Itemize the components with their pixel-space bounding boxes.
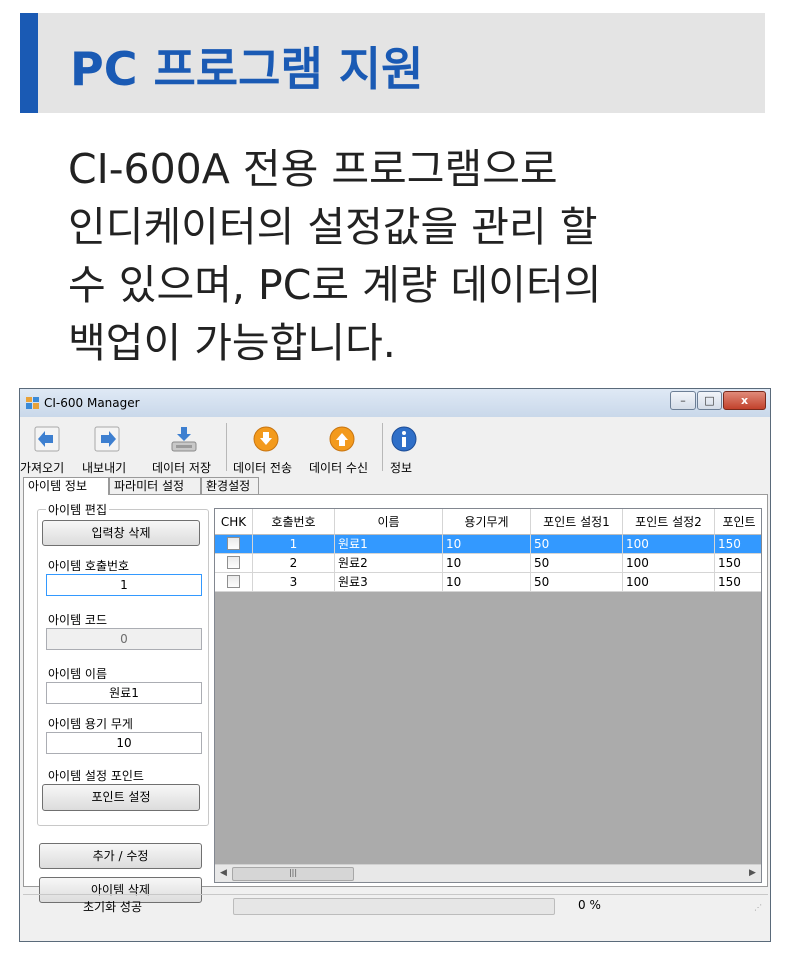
window-title: CI-600 Manager xyxy=(44,396,140,410)
page-title: PC 프로그램 지원 xyxy=(70,42,424,96)
cell-name: 원료1 xyxy=(335,535,443,554)
close-button[interactable]: x xyxy=(723,391,766,410)
save-data-label: 데이터 저장 xyxy=(152,461,212,475)
row-checkbox-cell xyxy=(215,573,253,592)
cell-weight: 10 xyxy=(443,535,531,554)
cell-point-1: 50 xyxy=(531,573,623,592)
table-row[interactable]: 2 원료2 10 50 100 150 xyxy=(215,554,761,573)
description-line: 백업이 가능합니다. xyxy=(68,319,396,367)
call-number-input[interactable]: 1 xyxy=(46,574,202,596)
export-label: 내보내기 xyxy=(82,461,127,475)
column-header-point-1[interactable]: 포인트 설정1 xyxy=(531,509,623,535)
column-header-point-2[interactable]: 포인트 설정2 xyxy=(623,509,715,535)
status-bar: 초기화 성공 0 % ⋰ xyxy=(23,894,768,917)
scroll-right-icon[interactable]: ▶ xyxy=(744,865,761,882)
cell-point-1: 50 xyxy=(531,554,623,573)
cell-point-2: 100 xyxy=(623,535,715,554)
row-checkbox[interactable] xyxy=(227,537,240,550)
scroll-thumb[interactable]: ||| xyxy=(232,867,354,881)
save-disk-icon xyxy=(171,427,197,452)
save-data-button[interactable]: 데이터 저장 xyxy=(146,419,222,475)
app-window: CI-600 Manager – □ x 가져오기 내보내기 데이터 저장 데이… xyxy=(19,388,771,942)
export-arrow-right-icon xyxy=(94,426,120,452)
column-header-name[interactable]: 이름 xyxy=(335,509,443,535)
point-setting-button[interactable]: 포인트 설정 xyxy=(42,784,200,811)
cell-call-number: 2 xyxy=(253,554,335,573)
column-header-container-weight[interactable]: 용기무게 xyxy=(443,509,531,535)
item-weight-input[interactable]: 10 xyxy=(46,732,202,754)
minimize-button[interactable]: – xyxy=(670,391,696,410)
maximize-button[interactable]: □ xyxy=(697,391,722,410)
tab-item-info[interactable]: 아이템 정보 xyxy=(23,477,109,495)
row-checkbox-cell xyxy=(215,535,253,554)
row-checkbox[interactable] xyxy=(227,556,240,569)
description-line: CI-600A 전용 프로그램으로 xyxy=(68,145,558,193)
item-grid[interactable]: CHK 호출번호 이름 용기무게 포인트 설정1 포인트 설정2 포인트 1 원… xyxy=(214,508,762,883)
column-header-chk[interactable]: CHK xyxy=(215,509,253,535)
progress-bar xyxy=(233,898,555,915)
import-arrow-left-icon xyxy=(34,426,60,452)
call-number-label: 아이템 호출번호 xyxy=(48,559,130,573)
item-edit-group-title: 아이템 편집 xyxy=(46,501,110,518)
status-text: 초기화 성공 xyxy=(83,900,143,914)
column-header-call-number[interactable]: 호출번호 xyxy=(253,509,335,535)
description-line: 수 있으며, PC로 계량 데이터의 xyxy=(68,261,602,309)
header-banner: PC 프로그램 지원 xyxy=(20,13,765,113)
tab-environment-settings[interactable]: 환경설정 xyxy=(201,477,259,494)
info-label: 정보 xyxy=(390,461,413,475)
table-row[interactable]: 1 원료1 10 50 100 150 xyxy=(215,535,761,554)
download-circle-icon xyxy=(253,426,279,452)
item-name-input[interactable]: 원료1 xyxy=(46,682,202,704)
info-icon xyxy=(391,426,417,452)
table-row[interactable]: 3 원료3 10 50 100 150 xyxy=(215,573,761,592)
row-checkbox-cell xyxy=(215,554,253,573)
row-checkbox[interactable] xyxy=(227,575,240,588)
add-edit-button[interactable]: 추가 / 수정 xyxy=(39,843,202,869)
setting-point-label: 아이템 설정 포인트 xyxy=(48,769,144,783)
export-button[interactable]: 내보내기 xyxy=(78,419,136,475)
cell-point-3: 150 xyxy=(715,535,761,554)
cell-point-2: 100 xyxy=(623,554,715,573)
upload-circle-icon xyxy=(329,426,355,452)
toolbar-separator xyxy=(382,423,383,471)
import-button[interactable]: 가져오기 xyxy=(20,419,76,475)
scroll-left-icon[interactable]: ◀ xyxy=(215,865,232,882)
tab-parameter-settings[interactable]: 파라미터 설정 xyxy=(109,477,201,494)
cell-weight: 10 xyxy=(443,573,531,592)
column-header-point-3[interactable]: 포인트 xyxy=(715,509,761,535)
description-line: 인디케이터의 설정값을 관리 할 xyxy=(68,203,598,251)
cell-name: 원료2 xyxy=(335,554,443,573)
item-code-input: 0 xyxy=(46,628,202,650)
receive-data-button[interactable]: 데이터 수신 xyxy=(308,419,380,475)
header-accent-bar xyxy=(20,13,38,113)
resize-grip-icon[interactable]: ⋰ xyxy=(754,903,764,913)
horizontal-scrollbar[interactable]: ◀ ||| ▶ xyxy=(215,864,761,882)
cell-weight: 10 xyxy=(443,554,531,573)
cell-point-1: 50 xyxy=(531,535,623,554)
toolbar: 가져오기 내보내기 데이터 저장 데이터 전송 데이터 수신 정보 xyxy=(20,419,770,475)
clear-input-button[interactable]: 입력창 삭제 xyxy=(42,520,200,546)
item-code-label: 아이템 코드 xyxy=(48,613,108,627)
progress-percent: 0 % xyxy=(578,898,601,912)
grid-header: CHK 호출번호 이름 용기무게 포인트 설정1 포인트 설정2 포인트 xyxy=(215,509,761,535)
send-data-label: 데이터 전송 xyxy=(233,461,293,475)
toolbar-separator xyxy=(226,423,227,471)
description: CI-600A 전용 프로그램으로 인디케이터의 설정값을 관리 할 수 있으며… xyxy=(68,140,768,372)
cell-point-3: 150 xyxy=(715,573,761,592)
window-titlebar[interactable]: CI-600 Manager – □ x xyxy=(20,389,770,417)
import-label: 가져오기 xyxy=(20,461,65,475)
cell-call-number: 1 xyxy=(253,535,335,554)
info-button[interactable]: 정보 xyxy=(386,419,420,475)
cell-name: 원료3 xyxy=(335,573,443,592)
cell-call-number: 3 xyxy=(253,573,335,592)
item-name-label: 아이템 이름 xyxy=(48,667,108,681)
item-weight-label: 아이템 용기 무게 xyxy=(48,717,133,731)
send-data-button[interactable]: 데이터 전송 xyxy=(230,419,302,475)
cell-point-2: 100 xyxy=(623,573,715,592)
cell-point-3: 150 xyxy=(715,554,761,573)
receive-data-label: 데이터 수신 xyxy=(309,461,369,475)
app-icon xyxy=(26,397,39,409)
